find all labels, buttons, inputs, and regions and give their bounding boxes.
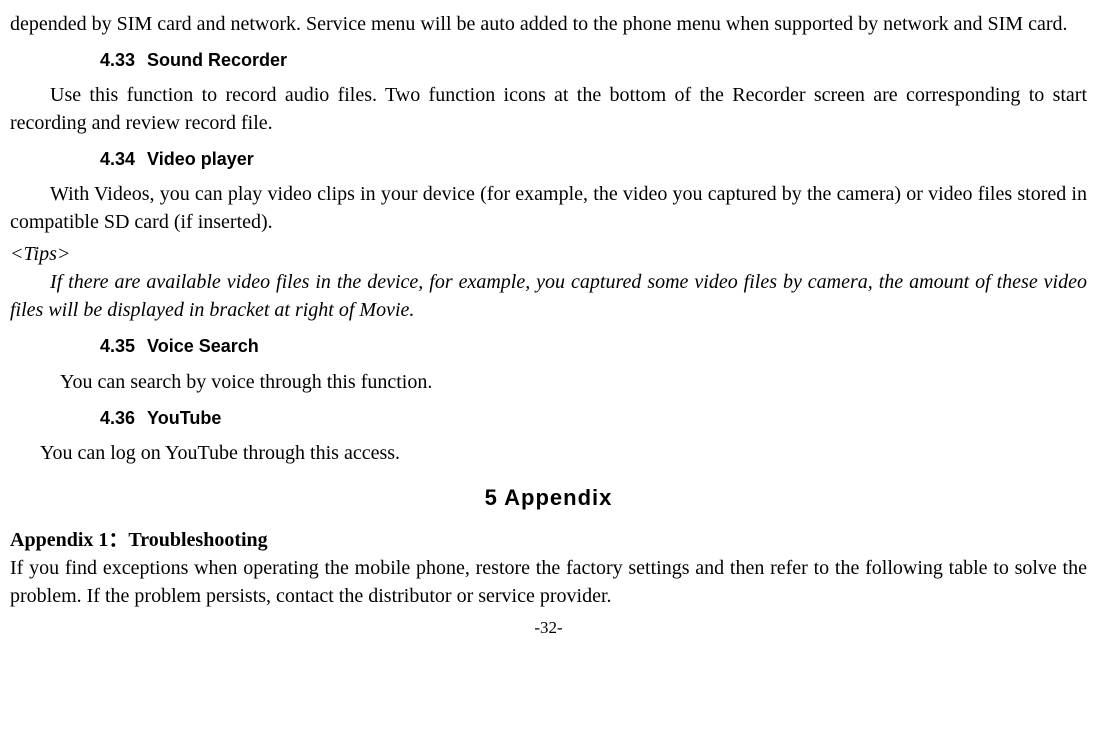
section-number: 4.33 xyxy=(100,48,135,73)
appendix1-title: Appendix 1：Troubleshooting xyxy=(10,526,1087,554)
appendix1-body: If you find exceptions when operating th… xyxy=(10,554,1087,610)
section-title: Sound Recorder xyxy=(147,50,287,70)
section-title: YouTube xyxy=(147,408,221,428)
section-heading-434: 4.34 Video player xyxy=(100,147,1087,172)
chapter-heading: 5 Appendix xyxy=(10,483,1087,514)
section-heading-435: 4.35 Voice Search xyxy=(100,334,1087,359)
section-heading-436: 4.36 YouTube xyxy=(100,406,1087,431)
tips-label: <Tips> xyxy=(10,240,1087,268)
section-body-435: You can search by voice through this fun… xyxy=(10,368,1087,396)
section-title: Voice Search xyxy=(147,336,259,356)
page-number: -32- xyxy=(10,616,1087,640)
tips-body: If there are available video files in th… xyxy=(10,268,1087,324)
section-heading-433: 4.33 Sound Recorder xyxy=(100,48,1087,73)
appendix1: Appendix 1：Troubleshooting If you find e… xyxy=(10,526,1087,610)
chapter-number: 5 xyxy=(485,485,498,510)
section-body-434: With Videos, you can play video clips in… xyxy=(10,180,1087,236)
section-body-436: You can log on YouTube through this acce… xyxy=(10,439,1087,467)
section-number: 4.36 xyxy=(100,406,135,431)
chapter-title: Appendix xyxy=(504,485,612,510)
intro-paragraph: depended by SIM card and network. Servic… xyxy=(10,10,1087,38)
section-body-433: Use this function to record audio files.… xyxy=(10,81,1087,137)
section-title: Video player xyxy=(147,149,254,169)
section-number: 4.34 xyxy=(100,147,135,172)
section-number: 4.35 xyxy=(100,334,135,359)
